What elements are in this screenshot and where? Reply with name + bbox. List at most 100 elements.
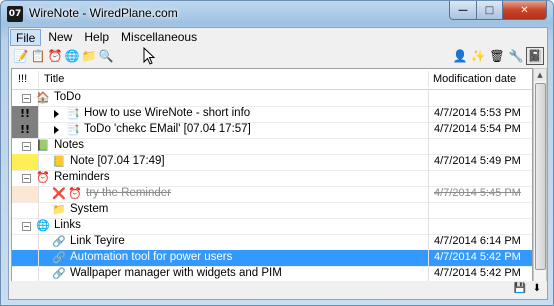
- priority-cell[interactable]: !!: [12, 106, 38, 122]
- caption-buttons: — □ ✕: [449, 1, 547, 20]
- item-title: Wallpaper manager with widgets and PIM: [70, 267, 282, 279]
- status-bar: 💾 ⬇: [9, 281, 547, 299]
- wrench-icon[interactable]: 🔧: [508, 48, 524, 64]
- app-icon[interactable]: 07: [7, 6, 23, 22]
- notes-list[interactable]: !!! Title Modification date − 🏠 ToDo!! 📑 How…: [11, 68, 533, 295]
- column-divider: [38, 234, 39, 250]
- column-priority[interactable]: !!!: [18, 73, 27, 85]
- column-divider: [428, 138, 429, 154]
- group-title: ToDo: [54, 91, 81, 103]
- item-title: How to use WireNote - short info: [84, 107, 251, 119]
- reminders-group-icon: ⏰: [36, 172, 50, 184]
- list-item[interactable]: 🔗 Link Teyire 4/7/2014 6:14 PM: [12, 234, 532, 251]
- window-title: WireNote - WiredPlane.com: [29, 6, 178, 20]
- todo-item-icon: 📑: [66, 124, 80, 136]
- priority-cell[interactable]: [12, 186, 38, 202]
- links-group-icon: 🌐: [36, 220, 50, 232]
- column-separator[interactable]: [428, 71, 429, 87]
- priority-cell[interactable]: [12, 266, 38, 282]
- reminder-cancelled-icon: ❌: [52, 188, 66, 200]
- maximize-button[interactable]: □: [477, 1, 503, 20]
- item-title: try the Reminder: [86, 187, 172, 199]
- column-divider: [428, 234, 429, 250]
- user-icon[interactable]: 👤: [452, 48, 468, 64]
- list-item[interactable]: !! 📑 How to use WireNote - short info 4/7/2…: [12, 106, 532, 123]
- priority-cell[interactable]: [12, 154, 38, 170]
- folder-icon[interactable]: 📁: [81, 48, 97, 64]
- collapse-toggle-icon[interactable]: −: [22, 94, 31, 103]
- modification-date: 4/7/2014 6:14 PM: [434, 235, 521, 247]
- alarm-clock-icon: ⏰: [68, 188, 82, 200]
- priority-cell[interactable]: [12, 250, 38, 266]
- link-icon: 🔗: [52, 236, 66, 248]
- search-icon[interactable]: 🔍: [98, 48, 114, 64]
- list-item[interactable]: !! 📑 ToDo 'chekc EMail' [07.04 17:57] 4/7/2…: [12, 122, 532, 139]
- column-divider: [38, 122, 39, 138]
- menu-miscellaneous[interactable]: Miscellaneous: [115, 28, 203, 46]
- column-modification-date[interactable]: Modification date: [433, 73, 516, 85]
- priority-cell[interactable]: !!: [12, 122, 38, 138]
- group-row[interactable]: − 📗 Notes: [12, 138, 532, 155]
- collapse-toggle-icon[interactable]: −: [22, 142, 31, 151]
- alarm-clock-icon[interactable]: ⏰: [47, 48, 63, 64]
- priority-cell[interactable]: [12, 202, 38, 218]
- mouse-cursor-icon: [143, 47, 155, 65]
- scrollbar-thumb[interactable]: [535, 83, 546, 270]
- download-icon[interactable]: ⬇: [530, 282, 544, 296]
- trash-icon[interactable]: 🗑: [489, 48, 505, 64]
- column-divider: [428, 202, 429, 218]
- globe-link-icon[interactable]: 🌐: [64, 48, 80, 64]
- client-area: File New Help Miscellaneous 📝 📋 ⏰ 🌐 📁 🔍 …: [8, 27, 548, 300]
- menu-file[interactable]: File: [10, 29, 42, 46]
- column-divider: [428, 186, 429, 202]
- group-row[interactable]: − ⏰ Reminders: [12, 170, 532, 187]
- list-item[interactable]: 📁 System: [12, 202, 532, 219]
- new-note-icon[interactable]: 📝: [13, 48, 29, 64]
- notes-group-icon: 📗: [36, 140, 50, 152]
- link-icon: 🔗: [52, 252, 66, 264]
- group-title: Links: [54, 219, 81, 231]
- item-title: Automation tool for power users: [70, 251, 233, 263]
- magic-wand-icon[interactable]: ✨: [470, 48, 486, 64]
- group-title: Notes: [54, 139, 85, 151]
- todo-clipboard-icon[interactable]: 📋: [30, 48, 46, 64]
- item-title: System: [70, 203, 109, 215]
- column-title[interactable]: Title: [44, 73, 64, 85]
- title-bar[interactable]: 07 WireNote - WiredPlane.com — □ ✕: [1, 1, 553, 27]
- list-item[interactable]: 🔗 Automation tool for power users 4/7/2014…: [12, 250, 532, 267]
- list-item[interactable]: ❌ ⏰ try the Reminder 4/7/2014 5:45 PM: [12, 186, 532, 203]
- todo-item-icon: 📑: [66, 108, 80, 120]
- save-icon[interactable]: 💾: [513, 282, 527, 296]
- item-title: Link Teyire: [70, 235, 125, 247]
- note-icon: 📒: [52, 156, 66, 168]
- menu-bar: File New Help Miscellaneous: [9, 28, 547, 46]
- folder-icon: 📁: [52, 204, 66, 216]
- item-title: Note [07.04 17:49]: [70, 155, 165, 167]
- group-row[interactable]: − 🏠 ToDo: [12, 90, 532, 107]
- menu-new[interactable]: New: [42, 28, 78, 46]
- collapse-toggle-icon[interactable]: −: [22, 174, 31, 183]
- notebook-icon[interactable]: 📓: [526, 47, 544, 65]
- collapse-toggle-icon[interactable]: −: [22, 222, 31, 231]
- menu-help[interactable]: Help: [78, 28, 115, 46]
- column-divider: [428, 106, 429, 122]
- scroll-up-button[interactable]: ▲: [534, 69, 546, 81]
- link-icon: 🔗: [52, 268, 66, 280]
- play-arrow-icon[interactable]: [54, 126, 59, 134]
- play-arrow-icon[interactable]: [54, 110, 59, 118]
- priority-cell[interactable]: [12, 234, 38, 250]
- modification-date: 4/7/2014 5:42 PM: [434, 251, 521, 263]
- minimize-button[interactable]: —: [449, 1, 477, 20]
- column-divider: [428, 154, 429, 170]
- vertical-scrollbar[interactable]: ▲ ▼: [533, 68, 547, 295]
- app-window: 07 WireNote - WiredPlane.com — □ ✕ File …: [0, 0, 554, 306]
- column-separator[interactable]: [38, 71, 39, 87]
- group-row[interactable]: − 🌐 Links: [12, 218, 532, 235]
- column-divider: [38, 202, 39, 218]
- list-header: !!! Title Modification date: [12, 69, 532, 90]
- column-divider: [38, 266, 39, 282]
- list-item[interactable]: 📒 Note [07.04 17:49] 4/7/2014 5:49 PM: [12, 154, 532, 171]
- close-button[interactable]: ✕: [503, 1, 547, 20]
- column-divider: [428, 250, 429, 266]
- column-divider: [428, 218, 429, 234]
